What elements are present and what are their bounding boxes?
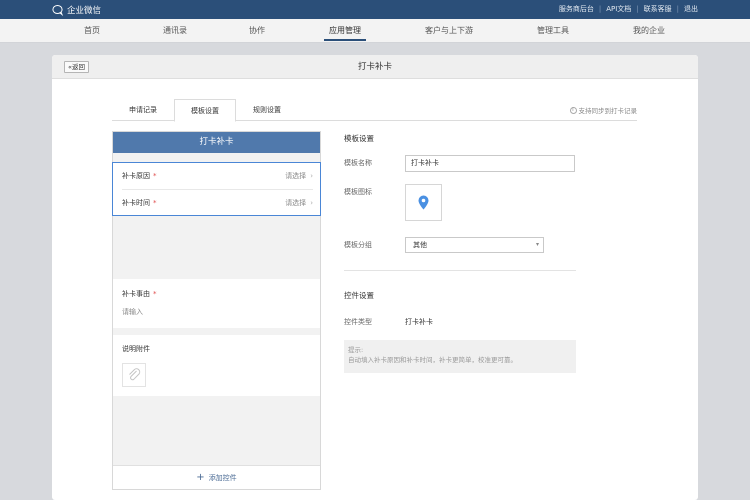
nav-customers[interactable]: 客户与上下游 <box>425 19 473 43</box>
caret-down-icon: ▾ <box>535 241 539 248</box>
add-control-button[interactable]: + 添加控件 <box>113 465 320 489</box>
panel-header: 打卡补卡 «返回 <box>52 55 698 79</box>
hint-box: 提示: 自动填入补卡原因和补卡时间，补卡更简单，校准更可靠。 <box>344 340 576 373</box>
chevron-right-icon: › <box>310 172 313 180</box>
nav-contacts[interactable]: 通讯录 <box>163 19 187 43</box>
tab-application-records[interactable]: 申请记录 <box>112 99 174 121</box>
attachment-label: 说明附件 <box>122 345 150 353</box>
control-type-label: 控件类型 <box>344 318 372 326</box>
back-button[interactable]: «返回 <box>64 61 89 73</box>
api-docs-link[interactable]: API文档 <box>606 4 631 14</box>
reason-row[interactable]: 补卡原因 * 请选择 › <box>122 163 313 190</box>
nav-admin-tools[interactable]: 管理工具 <box>537 19 569 43</box>
template-settings-title: 模板设置 <box>344 134 374 143</box>
plus-icon: + <box>196 472 205 483</box>
selected-control-group[interactable]: 补卡原因 * 请选择 › 补卡时间 * 请选择 › <box>112 162 321 216</box>
reason-placeholder: 请选择 <box>285 172 307 180</box>
template-name-label: 模板名称 <box>344 159 372 167</box>
nav-app-management[interactable]: 应用管理 <box>324 19 366 43</box>
content-panel: 打卡补卡 «返回 申请记录 模板设置 规则设置 i 支持同步到打卡记录 打卡补卡… <box>52 55 698 500</box>
reason-picker[interactable]: 请选择 › <box>285 163 313 189</box>
main-nav: 首页 通讯录 协作 应用管理 客户与上下游 管理工具 我的企业 <box>0 19 750 43</box>
tab-bar: 申请记录 模板设置 规则设置 i 支持同步到打卡记录 <box>112 99 638 122</box>
control-type-value: 打卡补卡 <box>405 318 433 326</box>
paperclip-icon <box>129 368 141 381</box>
logout-link[interactable]: 退出 <box>684 4 698 14</box>
reason-text-placeholder: 请输入 <box>122 308 143 316</box>
top-bar: 企业微信 服务商后台 | API文档 | 联系客服 | 退出 <box>0 0 750 19</box>
app-name: 企业微信 <box>67 5 102 16</box>
sync-text: 支持同步到打卡记录 <box>578 107 638 115</box>
chat-bubble-icon <box>52 4 64 16</box>
time-row[interactable]: 补卡时间 * 请选择 › <box>122 190 313 216</box>
sync-note[interactable]: i 支持同步到打卡记录 <box>569 105 638 115</box>
template-name-input[interactable]: 打卡补卡 <box>405 155 575 172</box>
chevron-right-icon: › <box>310 199 313 207</box>
link-separator: | <box>636 5 639 13</box>
nav-my-company[interactable]: 我的企业 <box>633 19 665 43</box>
app-logo[interactable]: 企业微信 <box>52 3 101 16</box>
top-links: 服务商后台 | API文档 | 联系客服 | 退出 <box>559 4 698 14</box>
reason-text-label: 补卡事由 * <box>122 290 157 298</box>
page-title: 打卡补卡 <box>357 62 392 72</box>
link-separator: | <box>598 5 602 13</box>
form-preview: 打卡补卡 补卡原因 * 请选择 › 补卡时间 * 请选择 › 补卡事由 * 请输入 说明附… <box>112 131 321 490</box>
template-group-value: 其他 <box>413 241 427 249</box>
template-icon-picker[interactable] <box>405 184 442 221</box>
reason-text-control[interactable]: 补卡事由 * 请输入 <box>113 279 320 328</box>
time-label: 补卡时间 <box>122 199 150 207</box>
time-placeholder: 请选择 <box>285 199 307 207</box>
location-pin-icon <box>418 195 429 210</box>
section-divider <box>344 270 576 271</box>
control-settings-title: 控件设置 <box>344 291 374 300</box>
required-mark: * <box>153 199 157 207</box>
attachment-control[interactable]: 说明附件 <box>113 335 320 396</box>
hint-text: 自动填入补卡原因和补卡时间，补卡更简单，校准更可靠。 <box>348 356 517 364</box>
hint-title: 提示: <box>348 346 364 354</box>
tab-template-settings[interactable]: 模板设置 <box>174 99 236 122</box>
template-group-label: 模板分组 <box>344 241 372 249</box>
preview-title: 打卡补卡 <box>113 132 320 153</box>
nav-collaboration[interactable]: 协作 <box>249 19 265 43</box>
settings-form: 模板设置 模板名称 打卡补卡 模板图标 模板分组 其他 ▾ 控件设置 控件类型 … <box>344 131 576 431</box>
template-icon-label: 模板图标 <box>344 188 372 196</box>
attachment-upload[interactable] <box>122 363 146 387</box>
link-separator: | <box>676 5 679 13</box>
template-group-select[interactable]: 其他 ▾ <box>405 237 544 253</box>
required-mark: * <box>153 172 157 180</box>
service-provider-link[interactable]: 服务商后台 <box>559 4 594 14</box>
contact-support-link[interactable]: 联系客服 <box>644 4 672 14</box>
info-icon: i <box>569 106 577 114</box>
time-picker[interactable]: 请选择 › <box>285 190 313 216</box>
add-control-label: 添加控件 <box>208 474 237 482</box>
tab-rule-settings[interactable]: 规则设置 <box>236 99 298 121</box>
nav-home[interactable]: 首页 <box>84 19 100 43</box>
reason-label: 补卡原因 <box>122 172 150 180</box>
